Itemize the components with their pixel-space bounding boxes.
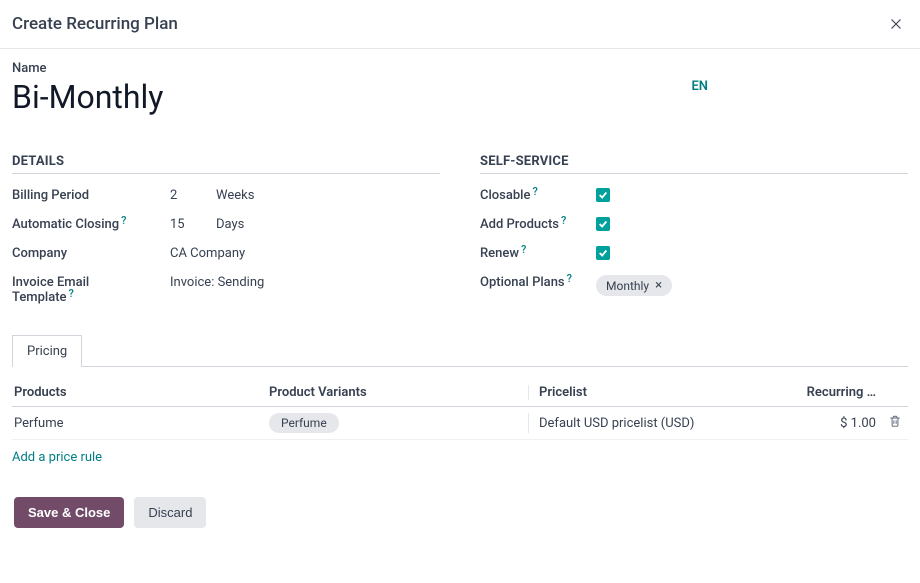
variant-tag[interactable]: Perfume bbox=[269, 413, 339, 433]
help-icon[interactable]: ? bbox=[521, 243, 526, 256]
tag-remove-icon[interactable]: × bbox=[655, 278, 662, 293]
billing-period-number[interactable]: 2 bbox=[170, 188, 192, 203]
col-header-recurring: Recurring … bbox=[797, 385, 884, 400]
dialog-title: Create Recurring Plan bbox=[12, 14, 178, 34]
close-icon[interactable] bbox=[884, 12, 908, 36]
table-row[interactable]: Perfume Perfume Default USD pricelist (U… bbox=[12, 407, 908, 440]
auto-closing-unit: Days bbox=[216, 217, 244, 232]
add-products-checkbox[interactable] bbox=[596, 217, 610, 231]
tab-pricing[interactable]: Pricing bbox=[12, 335, 82, 367]
invoice-template-value[interactable]: Invoice: Sending bbox=[170, 275, 264, 290]
closable-label: Closable? bbox=[480, 188, 596, 203]
auto-closing-number[interactable]: 15 bbox=[170, 217, 192, 232]
renew-checkbox[interactable] bbox=[596, 246, 610, 260]
name-field-label: Name bbox=[12, 61, 163, 76]
col-header-pricelist: Pricelist bbox=[529, 385, 797, 400]
optional-plans-tags[interactable]: Monthly × bbox=[596, 275, 672, 296]
name-input[interactable]: Bi-Monthly bbox=[12, 78, 163, 116]
pricing-grid: Products Product Variants Pricelist Recu… bbox=[12, 379, 908, 465]
language-toggle[interactable]: EN bbox=[691, 79, 708, 94]
cell-pricelist[interactable]: Default USD pricelist (USD) bbox=[529, 416, 797, 431]
help-icon[interactable]: ? bbox=[69, 287, 74, 300]
col-header-products: Products bbox=[14, 385, 269, 400]
self-service-section: SELF-SERVICE Closable? Add Products? bbox=[480, 154, 908, 319]
renew-label: Renew? bbox=[480, 246, 596, 261]
company-value[interactable]: CA Company bbox=[170, 246, 245, 261]
save-button[interactable]: Save & Close bbox=[14, 497, 124, 528]
closable-checkbox[interactable] bbox=[596, 188, 610, 202]
optional-plans-label: Optional Plans? bbox=[480, 275, 596, 290]
details-section: DETAILS Billing Period 2 Weeks Automatic… bbox=[12, 154, 440, 319]
self-service-header: SELF-SERVICE bbox=[480, 154, 908, 174]
help-icon[interactable]: ? bbox=[532, 185, 537, 198]
help-icon[interactable]: ? bbox=[561, 214, 566, 227]
add-products-label: Add Products? bbox=[480, 217, 596, 232]
help-icon[interactable]: ? bbox=[121, 214, 126, 227]
add-price-rule-link[interactable]: Add a price rule bbox=[12, 450, 102, 465]
col-header-variants: Product Variants bbox=[269, 385, 529, 400]
billing-period-label: Billing Period bbox=[12, 188, 170, 203]
tag-monthly[interactable]: Monthly × bbox=[596, 275, 672, 296]
cell-product[interactable]: Perfume bbox=[14, 416, 269, 431]
auto-closing-label: Automatic Closing? bbox=[12, 217, 170, 232]
discard-button[interactable]: Discard bbox=[134, 497, 206, 528]
invoice-template-label: Invoice Email Template? bbox=[12, 275, 170, 305]
help-icon[interactable]: ? bbox=[567, 272, 572, 285]
trash-icon[interactable] bbox=[888, 417, 902, 432]
cell-price[interactable]: $ 1.00 bbox=[797, 416, 884, 431]
company-label: Company bbox=[12, 246, 170, 261]
details-header: DETAILS bbox=[12, 154, 440, 174]
billing-period-unit[interactable]: Weeks bbox=[216, 188, 254, 203]
